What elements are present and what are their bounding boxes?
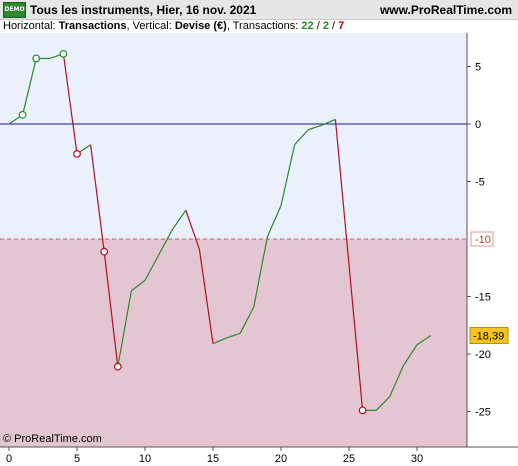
equity-chart[interactable]: 5 0 -5 -15 -20 -25 -10 -18,39 0 5 10 15 20 25 30	[0, 0, 518, 466]
x-tick-label: 15	[207, 453, 219, 465]
x-tick-label: 30	[411, 453, 423, 465]
lower-zone	[0, 239, 467, 447]
y-tick-label: -20	[475, 349, 491, 361]
trade-marker-up[interactable]	[59, 49, 68, 58]
last-value-label: -18,39	[473, 330, 504, 342]
y-tick-label: -15	[475, 292, 491, 304]
y-tick-label: -5	[475, 177, 485, 189]
trade-marker-down[interactable]	[73, 149, 81, 158]
trade-marker-up[interactable]	[32, 54, 41, 63]
x-tick-label: 10	[139, 453, 151, 465]
trade-marker-down[interactable]	[113, 362, 122, 371]
trade-marker-up[interactable]	[18, 110, 27, 119]
x-tick-label: 25	[343, 453, 355, 465]
trade-marker-down[interactable]	[358, 406, 367, 415]
copyright-text: © ProRealTime.com	[3, 433, 102, 445]
y-tick-label: -25	[475, 407, 491, 419]
upper-zone	[0, 33, 467, 239]
equity-curve-window: DEMO Tous les instruments, Hier, 16 nov.…	[0, 0, 518, 466]
x-tick-label: 5	[74, 453, 80, 465]
limit-label: -10	[475, 234, 491, 246]
x-tick-label: 20	[275, 453, 287, 465]
y-tick-label: 5	[475, 62, 481, 74]
trade-marker-down[interactable]	[100, 247, 109, 256]
y-tick-label: 0	[475, 119, 481, 131]
x-tick-label: 0	[6, 453, 12, 465]
